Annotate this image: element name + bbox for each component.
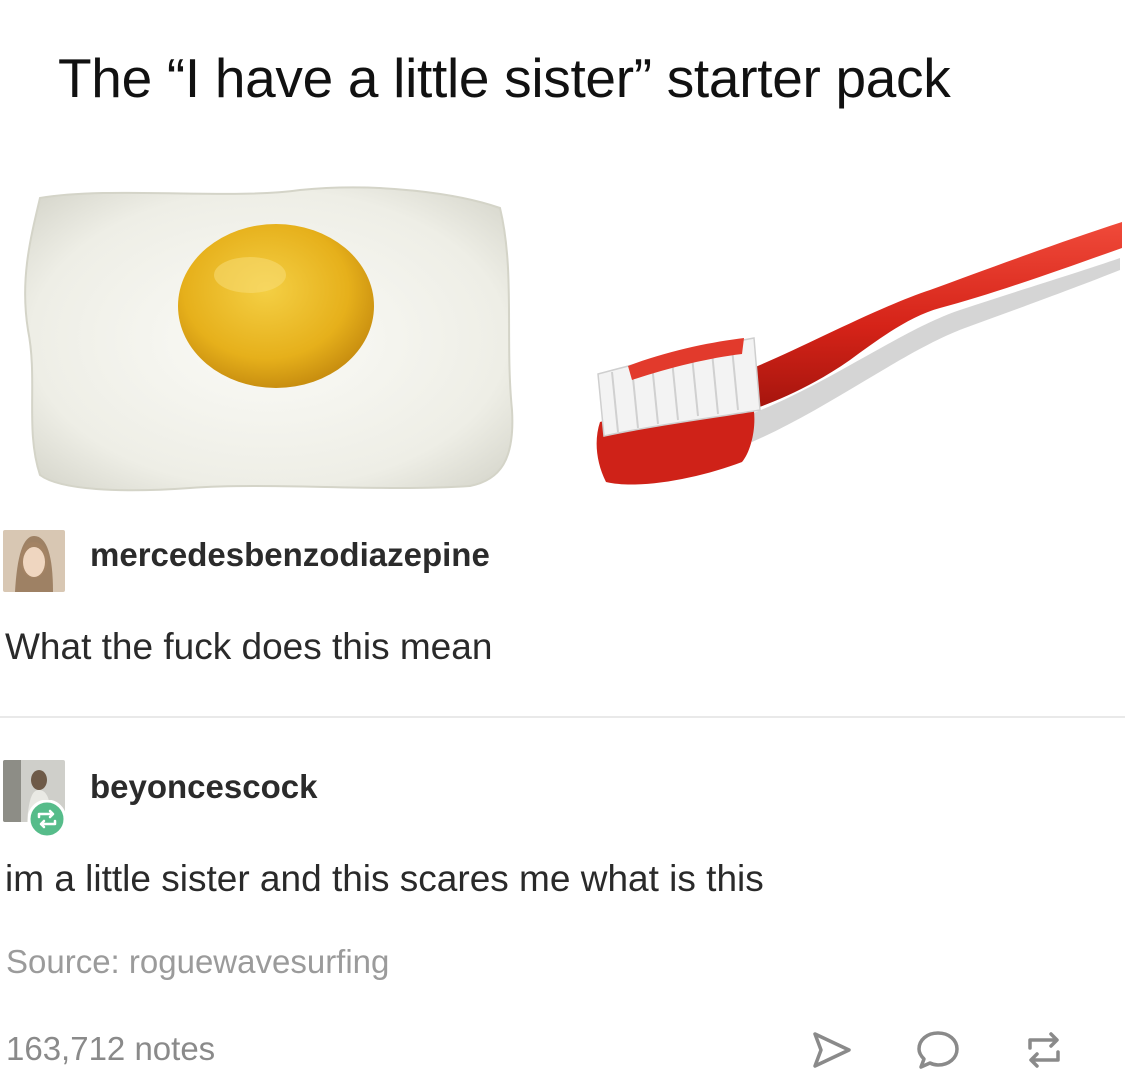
fried-egg-image xyxy=(24,186,514,492)
post-title: The “I have a little sister” starter pac… xyxy=(58,47,951,109)
starter-pack-image xyxy=(24,186,1122,492)
source-link[interactable]: Source: roguewavesurfing xyxy=(6,943,389,981)
reblog-icon[interactable] xyxy=(1020,1026,1068,1074)
reply-icon[interactable] xyxy=(914,1026,962,1074)
divider xyxy=(0,716,1125,718)
reply-username[interactable]: mercedesbenzodiazepine xyxy=(90,536,490,574)
reply-text: What the fuck does this mean xyxy=(5,626,493,667)
notes-count[interactable]: 163,712 notes xyxy=(6,1030,215,1068)
reblog-badge-icon xyxy=(28,800,66,838)
reply-username[interactable]: beyoncescock xyxy=(90,768,317,806)
toothbrush-image xyxy=(596,222,1122,485)
share-icon[interactable] xyxy=(808,1026,856,1074)
user-avatar[interactable] xyxy=(3,530,65,592)
reply-text: im a little sister and this scares me wh… xyxy=(5,858,764,899)
